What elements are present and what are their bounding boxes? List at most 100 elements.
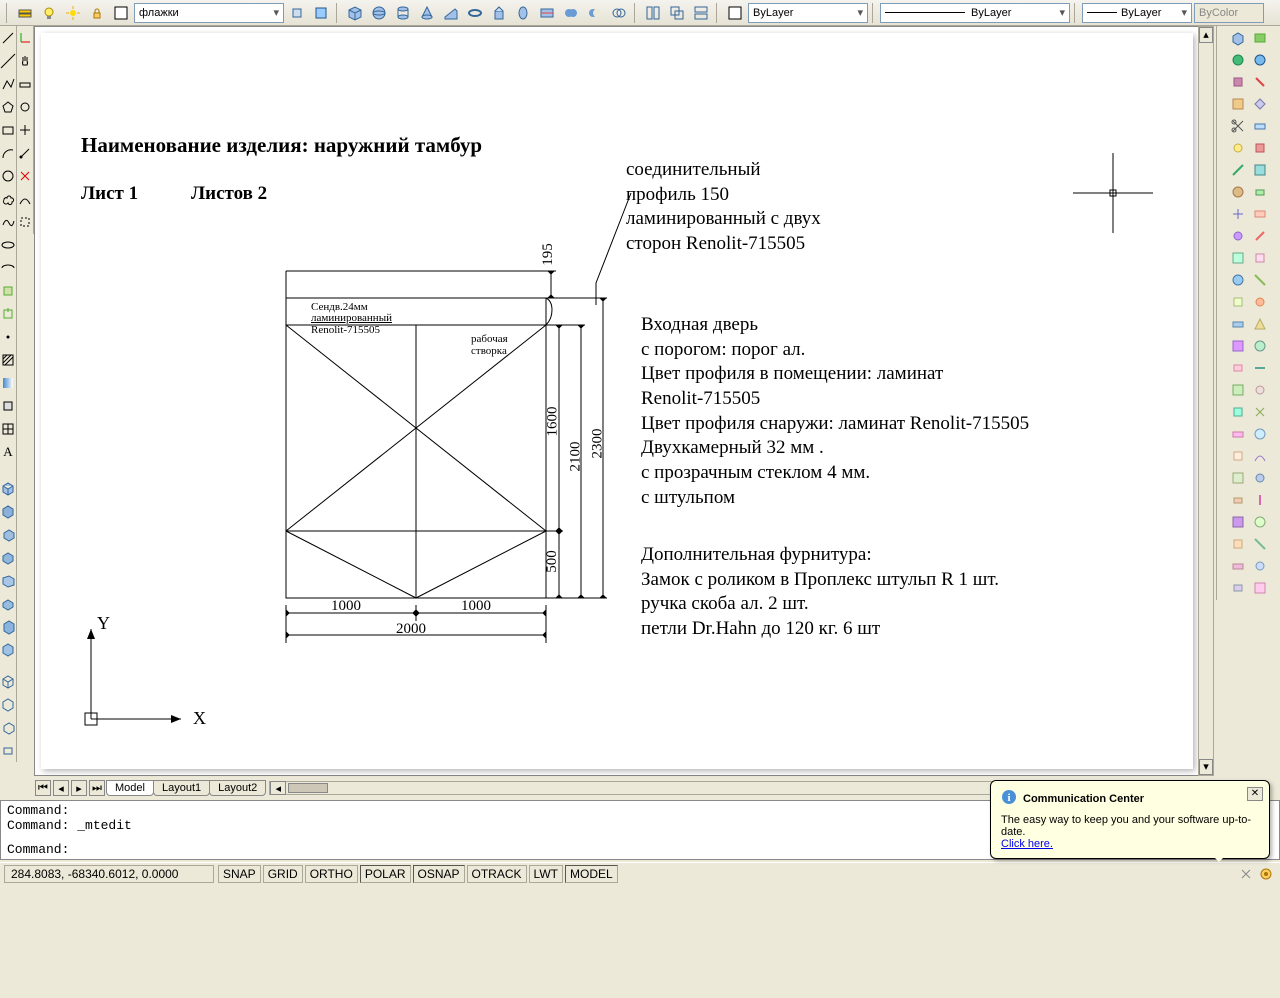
r-tool-44[interactable] <box>1250 490 1270 510</box>
r-tool-46[interactable] <box>1250 512 1270 532</box>
linetype-combo[interactable]: ByLayer▾ <box>880 3 1070 23</box>
r-tool-29[interactable] <box>1228 336 1248 356</box>
solid-cylinder-icon[interactable] <box>392 2 414 24</box>
3dbox-icon[interactable] <box>0 478 18 498</box>
r-tool-23[interactable] <box>1228 270 1248 290</box>
drawing-canvas[interactable]: Наименование изделия: наружний тамбур Ли… <box>34 26 1214 776</box>
gradient-icon[interactable] <box>0 373 18 393</box>
r-tool-30[interactable] <box>1250 336 1270 356</box>
hatch-icon[interactable] <box>0 350 18 370</box>
r-tool-32[interactable] <box>1250 358 1270 378</box>
modify4-icon[interactable] <box>15 143 35 163</box>
status-comm-icon[interactable] <box>1256 864 1276 884</box>
r-tool-28[interactable] <box>1250 314 1270 334</box>
modify2-icon[interactable] <box>15 97 35 117</box>
r-tool-4[interactable] <box>1250 50 1270 70</box>
toggle-polar[interactable]: POLAR <box>360 865 411 883</box>
r-tool-38[interactable] <box>1250 424 1270 444</box>
lightbulb-icon[interactable] <box>38 2 60 24</box>
modify1-icon[interactable] <box>15 74 35 94</box>
r-tool-49[interactable] <box>1228 556 1248 576</box>
make-block-icon[interactable] <box>0 304 18 324</box>
r-tool-40[interactable] <box>1250 446 1270 466</box>
toggle-lwt[interactable]: LWT <box>529 865 563 883</box>
r-scissors-icon[interactable] <box>1228 116 1248 136</box>
3dbox7-icon[interactable] <box>0 616 18 636</box>
r-tool-31[interactable] <box>1228 358 1248 378</box>
3dwire4-icon[interactable] <box>0 740 18 760</box>
3dbox4-icon[interactable] <box>0 547 18 567</box>
modify5-icon[interactable] <box>15 166 35 186</box>
region-icon[interactable] <box>0 396 18 416</box>
tab-nav-last[interactable]: ⏭ <box>89 780 105 796</box>
insert-block-icon[interactable] <box>0 281 18 301</box>
tab-model[interactable]: Model <box>106 780 154 796</box>
solid-sphere-icon[interactable] <box>368 2 390 24</box>
r-tool-47[interactable] <box>1228 534 1248 554</box>
status-tray-icon[interactable] <box>1236 864 1256 884</box>
r-tool-12[interactable] <box>1250 138 1270 158</box>
pan-icon[interactable] <box>15 51 35 71</box>
modify7-icon[interactable] <box>15 212 35 232</box>
r-tool-36[interactable] <box>1250 402 1270 422</box>
solid-wedge-icon[interactable] <box>440 2 462 24</box>
toggle-osnap[interactable]: OSNAP <box>413 865 465 883</box>
tab-nav-prev[interactable]: ◂ <box>53 780 69 796</box>
plotstyle-combo[interactable]: ByColor <box>1194 3 1264 23</box>
union-icon[interactable] <box>560 2 582 24</box>
tab-nav-next[interactable]: ▸ <box>71 780 87 796</box>
layer-manager-icon[interactable] <box>14 2 36 24</box>
modify6-icon[interactable] <box>15 189 35 209</box>
intersect-icon[interactable] <box>608 2 630 24</box>
table-icon[interactable] <box>0 419 18 439</box>
revolve-icon[interactable] <box>512 2 534 24</box>
3dbox6-icon[interactable] <box>0 593 18 613</box>
r-tool-34[interactable] <box>1250 380 1270 400</box>
r-tool-16[interactable] <box>1250 182 1270 202</box>
slice-icon[interactable] <box>536 2 558 24</box>
r-tool-10[interactable] <box>1250 116 1270 136</box>
r-tool-8[interactable] <box>1250 94 1270 114</box>
r-tool-25[interactable] <box>1228 292 1248 312</box>
3dbox3-icon[interactable] <box>0 524 18 544</box>
sun-icon[interactable] <box>62 2 84 24</box>
ellipse-arc-icon[interactable] <box>0 258 18 278</box>
r-tool-26[interactable] <box>1250 292 1270 312</box>
r-tool-42[interactable] <box>1250 468 1270 488</box>
toggle-ortho[interactable]: ORTHO <box>305 865 358 883</box>
vertical-scrollbar[interactable]: ▴ ▾ <box>1198 26 1214 776</box>
r-tool-19[interactable] <box>1228 226 1248 246</box>
r-tool-11[interactable] <box>1228 138 1248 158</box>
color-combo[interactable]: ByLayer▾ <box>748 3 868 23</box>
r-tool-51[interactable] <box>1228 578 1248 598</box>
window-arrange-icon[interactable] <box>690 2 712 24</box>
subtract-icon[interactable] <box>584 2 606 24</box>
toggle-grid[interactable]: GRID <box>263 865 303 883</box>
3dwire3-icon[interactable] <box>0 717 18 737</box>
tab-layout2[interactable]: Layout2 <box>209 780 266 796</box>
3dwire2-icon[interactable] <box>0 694 18 714</box>
toggle-otrack[interactable]: OTRACK <box>467 865 527 883</box>
mtext-icon[interactable]: A <box>0 442 18 462</box>
r-tool-24[interactable] <box>1250 270 1270 290</box>
r-tool-2[interactable] <box>1250 28 1270 48</box>
toggle-model[interactable]: MODEL <box>565 865 618 883</box>
layer-combo[interactable]: флажки▾ <box>134 3 284 23</box>
r-tool-41[interactable] <box>1228 468 1248 488</box>
tab-layout1[interactable]: Layout1 <box>153 780 210 796</box>
3dwire-icon[interactable] <box>0 671 18 691</box>
layer-prev-icon[interactable] <box>286 2 308 24</box>
r-tool-5[interactable] <box>1228 72 1248 92</box>
modify3-icon[interactable] <box>15 120 35 140</box>
r-tool-13[interactable] <box>1228 160 1248 180</box>
r-tool-22[interactable] <box>1250 248 1270 268</box>
r-tool-21[interactable] <box>1228 248 1248 268</box>
r-tool-18[interactable] <box>1250 204 1270 224</box>
lock-icon[interactable] <box>86 2 108 24</box>
r-tool-20[interactable] <box>1250 226 1270 246</box>
prop-swatch-icon[interactable] <box>724 2 746 24</box>
r-tool-14[interactable] <box>1250 160 1270 180</box>
r-tool-35[interactable] <box>1228 402 1248 422</box>
r-tool-17[interactable] <box>1228 204 1248 224</box>
extrude-icon[interactable] <box>488 2 510 24</box>
